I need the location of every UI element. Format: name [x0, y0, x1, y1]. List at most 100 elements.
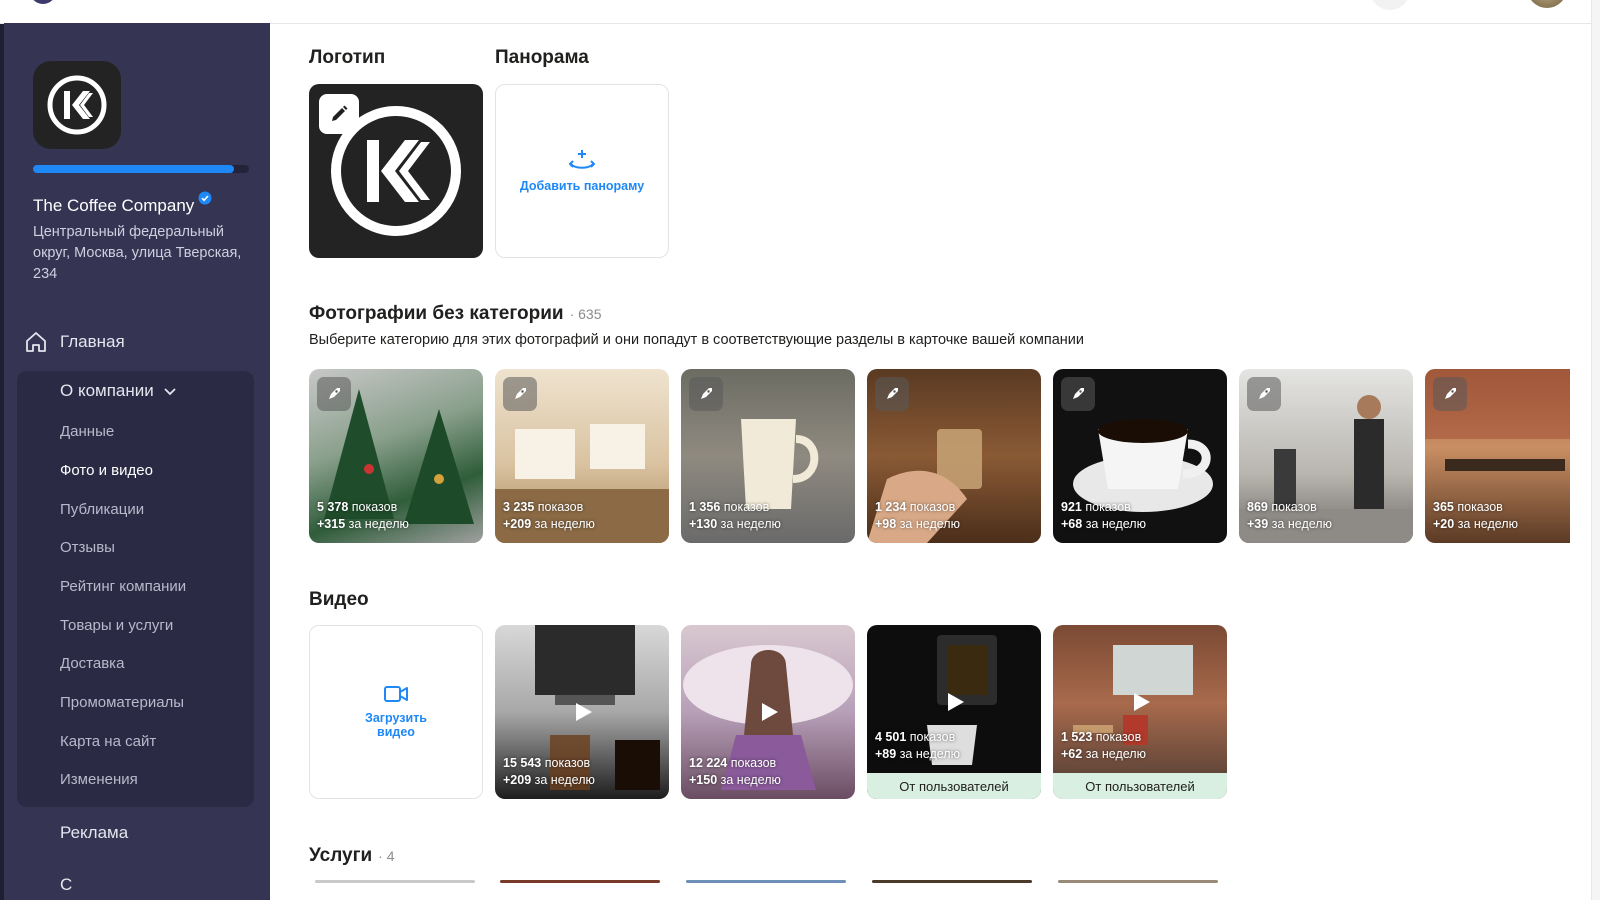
play-icon[interactable] — [572, 701, 594, 723]
photo-stats: 869 показов +39 за неделю — [1247, 500, 1332, 531]
sidebar-item-goods-services[interactable]: Товары и услуги — [60, 617, 173, 634]
photo-tile[interactable]: 869 показов +39 за неделю — [1239, 369, 1413, 543]
video-stats: 15 543 показов +209 за неделю — [503, 756, 595, 787]
rocket-icon — [1073, 388, 1084, 399]
service-card-edge[interactable] — [872, 880, 1032, 883]
chevron-down-icon — [164, 388, 176, 396]
services-count: · 4 — [378, 848, 395, 864]
photos-count: · 635 — [569, 306, 602, 322]
sidebar-group-about: О компании Данные Фото и видео Публикаци… — [17, 371, 254, 807]
sidebar-item-site-map[interactable]: Карта на сайт — [60, 733, 156, 750]
sidebar-item-ads[interactable]: Реклама — [60, 823, 128, 843]
photo-tile[interactable]: 3 235 показов +209 за неделю — [495, 369, 669, 543]
profile-progress-bar — [33, 165, 249, 173]
panorama-section-title: Панорама — [495, 47, 589, 68]
rocket-icon — [1259, 388, 1270, 399]
video-tile[interactable]: 15 543 показов +209 за неделю — [495, 625, 669, 799]
photo-stats: 5 378 показов +315 за неделю — [317, 500, 409, 531]
company-logo[interactable] — [33, 61, 121, 149]
promote-photo-button[interactable] — [1061, 377, 1095, 411]
sidebar-item-reviews[interactable]: Отзывы — [60, 539, 115, 556]
video-camera-icon — [384, 686, 408, 702]
coffee-company-logo-icon — [47, 75, 107, 135]
sidebar-item-publications[interactable]: Публикации — [60, 501, 144, 518]
verified-icon — [198, 191, 212, 205]
service-card-edge[interactable] — [500, 880, 660, 883]
photo-stats: 1 234 показов +98 за неделю — [875, 500, 960, 531]
rocket-icon — [515, 388, 526, 399]
sidebar-item-data[interactable]: Данные — [60, 423, 114, 440]
photo-tile[interactable]: 1 234 показов +98 за неделю — [867, 369, 1041, 543]
upload-video-button[interactable]: Загрузить видео — [309, 625, 483, 799]
rocket-icon — [329, 388, 340, 399]
sidebar-item-cut[interactable]: С — [60, 875, 72, 895]
photos-count-value: 635 — [578, 306, 602, 322]
video-tile[interactable]: 4 501 показов +89 за неделю От пользовате… — [867, 625, 1041, 799]
user-content-badge: От пользователей — [867, 773, 1041, 799]
profile-progress-fill — [33, 165, 234, 173]
photo-tile[interactable]: 5 378 показов +315 за неделю — [309, 369, 483, 543]
sidebar-item-home[interactable]: Главная — [24, 328, 125, 356]
promote-photo-button[interactable] — [317, 377, 351, 411]
panorama-icon — [569, 150, 595, 169]
video-stats: 12 224 показов +150 за неделю — [689, 756, 781, 787]
promote-photo-button[interactable] — [689, 377, 723, 411]
photo-stats: 365 показов +20 за неделю — [1433, 500, 1518, 531]
service-card-edge[interactable] — [686, 880, 846, 883]
service-card-edge[interactable] — [1058, 880, 1218, 883]
photos-description: Выберите категорию для этих фотографий и… — [309, 332, 1084, 348]
pencil-icon — [332, 105, 348, 121]
service-logo-icon[interactable] — [30, 0, 56, 4]
services-title-text: Услуги — [309, 845, 373, 866]
promote-photo-button[interactable] — [503, 377, 537, 411]
service-card-edge[interactable] — [315, 880, 475, 883]
photo-stats: 3 235 показов +209 за неделю — [503, 500, 595, 531]
home-icon — [26, 332, 46, 352]
upload-video-label: Загрузить видео — [365, 711, 427, 739]
logo-tile[interactable] — [309, 84, 483, 258]
play-icon[interactable] — [944, 691, 966, 713]
top-bar — [0, 0, 1600, 24]
user-content-badge: От пользователей — [1053, 773, 1227, 799]
promote-photo-button[interactable] — [875, 377, 909, 411]
rocket-icon — [887, 388, 898, 399]
promote-photo-button[interactable] — [1433, 377, 1467, 411]
sidebar-item-label: Главная — [60, 332, 125, 351]
search-button[interactable] — [1370, 0, 1410, 10]
play-icon[interactable] — [758, 701, 780, 723]
scrollbar[interactable] — [1591, 0, 1600, 900]
photo-stats: 1 356 показов +130 за неделю — [689, 500, 781, 531]
video-stats: 4 501 показов +89 за неделю — [875, 730, 960, 761]
add-panorama-button[interactable]: Добавить панораму — [495, 84, 669, 258]
video-section-title: Видео — [309, 589, 369, 610]
rocket-icon — [1445, 388, 1456, 399]
company-name: The Coffee Company — [33, 191, 212, 216]
add-panorama-label: Добавить панораму — [519, 179, 645, 193]
photo-stats: 921 показов +68 за неделю — [1061, 500, 1146, 531]
logo-section-title: Логотип — [309, 47, 386, 68]
main-content: Логотип Панорама Добавить панораму Фотог… — [270, 23, 1570, 900]
sidebar-item-changes[interactable]: Изменения — [60, 771, 138, 788]
promote-photo-button[interactable] — [1247, 377, 1281, 411]
sidebar-item-rating[interactable]: Рейтинг компании — [60, 578, 186, 595]
sidebar-item-delivery[interactable]: Доставка — [60, 655, 124, 672]
edit-logo-button[interactable] — [319, 94, 359, 134]
sidebar-item-promo[interactable]: Промоматериалы — [60, 694, 184, 711]
video-tile[interactable]: 1 523 показов +62 за неделю От пользовате… — [1053, 625, 1227, 799]
photo-tile[interactable]: 365 показов +20 за неделю — [1425, 369, 1570, 543]
company-address: Центральный федеральный округ, Москва, у… — [33, 224, 242, 282]
avatar[interactable] — [1527, 0, 1567, 8]
photos-title-text: Фотографии без категории — [309, 303, 564, 324]
sidebar-group-toggle[interactable]: О компании — [60, 381, 178, 401]
video-tile[interactable]: 12 224 показов +150 за неделю — [681, 625, 855, 799]
play-icon[interactable] — [1130, 691, 1152, 713]
photo-tile[interactable]: 1 356 показов +130 за неделю — [681, 369, 855, 543]
photo-tile[interactable]: 921 показов +68 за неделю — [1053, 369, 1227, 543]
services-section-title: Услуги · 4 — [309, 845, 395, 867]
services-count-value: 4 — [386, 848, 395, 864]
sidebar-item-photo-video[interactable]: Фото и видео — [60, 462, 153, 479]
photos-section-title: Фотографии без категории · 635 — [309, 303, 602, 325]
sidebar: The Coffee Company Центральный федеральн… — [4, 23, 270, 900]
sidebar-group-label: О компании — [60, 381, 154, 400]
video-stats: 1 523 показов +62 за неделю — [1061, 730, 1146, 761]
